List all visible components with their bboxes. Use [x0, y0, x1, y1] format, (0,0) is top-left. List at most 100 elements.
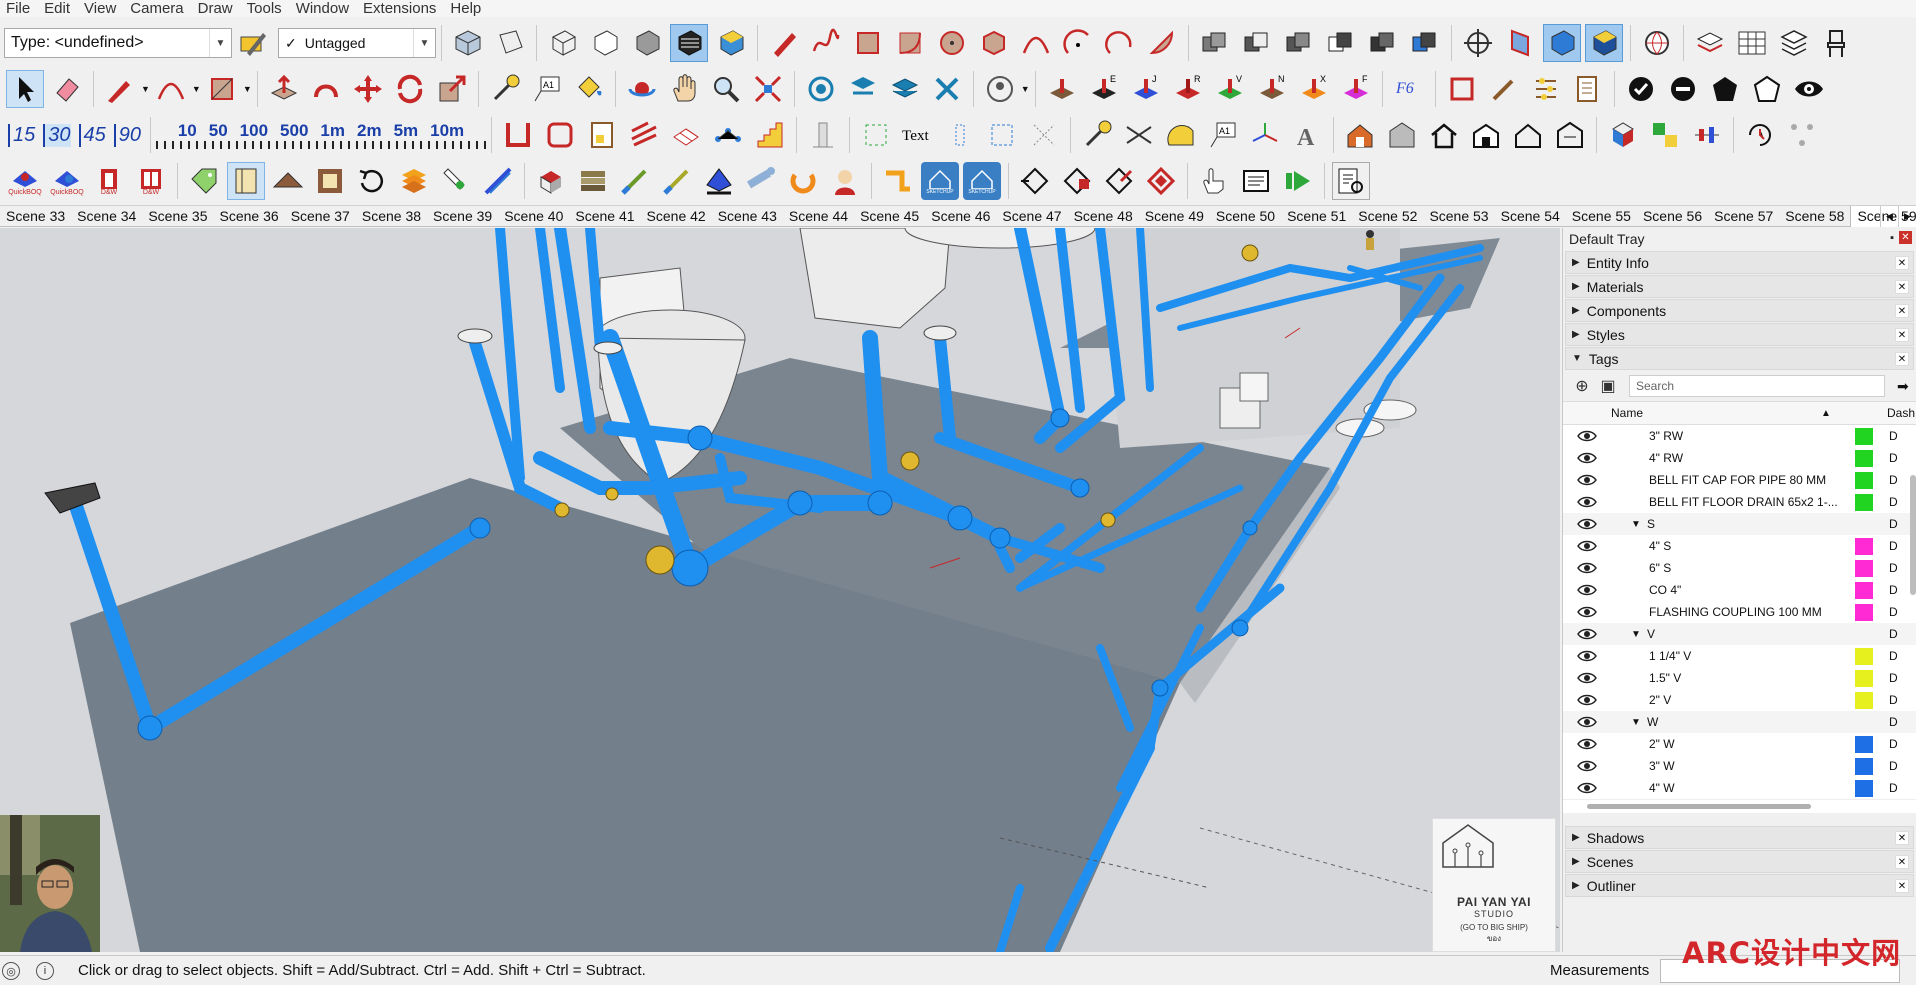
- red-arrow-tool-icon[interactable]: [1043, 70, 1081, 108]
- push-r-icon[interactable]: R: [1169, 70, 1207, 108]
- components5-icon[interactable]: [1406, 24, 1444, 62]
- scale-100-button[interactable]: 100: [240, 121, 268, 141]
- tag-dash[interactable]: D: [1889, 649, 1898, 663]
- scene-tab[interactable]: Scene 57: [1708, 206, 1779, 227]
- components-icon[interactable]: [1238, 24, 1276, 62]
- menu-extensions[interactable]: Extensions: [357, 0, 444, 17]
- tag-color-swatch[interactable]: [1855, 670, 1873, 687]
- grid-icon[interactable]: [1733, 24, 1771, 62]
- arc-icon[interactable]: [1017, 24, 1055, 62]
- brush-tool-icon[interactable]: [1485, 70, 1523, 108]
- dim-icon[interactable]: [941, 116, 979, 154]
- tag-dash[interactable]: D: [1889, 451, 1898, 465]
- panel-components[interactable]: ▶ Components ✕: [1565, 299, 1914, 322]
- tag-dash[interactable]: D: [1889, 715, 1898, 729]
- play-green-icon[interactable]: [1279, 162, 1317, 200]
- panel-styles[interactable]: ▶ Styles ✕: [1565, 323, 1914, 346]
- move-icon[interactable]: [349, 70, 387, 108]
- components4-icon[interactable]: [1364, 24, 1402, 62]
- tag-color-swatch[interactable]: [1855, 648, 1873, 665]
- scene-tab[interactable]: Scene 41: [569, 206, 640, 227]
- scene-tab[interactable]: Scene 35: [142, 206, 213, 227]
- chevron-down-icon[interactable]: ▼: [413, 29, 435, 57]
- visibility-eye-icon[interactable]: [1577, 738, 1597, 750]
- visibility-eye-icon[interactable]: [1577, 760, 1597, 772]
- panel-outliner[interactable]: ▶ Outliner ✕: [1565, 874, 1914, 897]
- details-arrow-icon[interactable]: ➡: [1897, 378, 1909, 395]
- panel-materials[interactable]: ▶ Materials ✕: [1565, 275, 1914, 298]
- extension-badge-icon[interactable]: [981, 70, 1019, 108]
- tag-dash[interactable]: D: [1889, 671, 1898, 685]
- visibility-eye-icon[interactable]: [1577, 496, 1597, 508]
- follow-me-icon[interactable]: [307, 70, 345, 108]
- folder-collapse-icon[interactable]: ▼: [1631, 519, 1641, 530]
- scene-tab[interactable]: Scene 46: [925, 206, 996, 227]
- tag-row[interactable]: 2" V D: [1563, 689, 1916, 711]
- tag-color-swatch[interactable]: [1855, 472, 1873, 489]
- tag-row[interactable]: 6" S D: [1563, 557, 1916, 579]
- top-view-icon[interactable]: [491, 24, 529, 62]
- cube-color-icon[interactable]: [1604, 116, 1642, 154]
- tag-dash[interactable]: D: [1889, 583, 1898, 597]
- tag-pencil-icon[interactable]: [234, 24, 272, 62]
- visibility-eye-icon[interactable]: [1577, 584, 1597, 596]
- paint-bucket-icon[interactable]: [570, 70, 608, 108]
- tag-row[interactable]: CO 4" D: [1563, 579, 1916, 601]
- pentagon-outline-icon[interactable]: [1748, 70, 1786, 108]
- panel-scenes[interactable]: ▶ Scenes ✕: [1565, 850, 1914, 873]
- push-e-icon[interactable]: E: [1085, 70, 1123, 108]
- scale-2m-button[interactable]: 2m: [357, 121, 382, 141]
- tag-row[interactable]: 3" RW D: [1563, 425, 1916, 447]
- info-icon[interactable]: i: [36, 962, 54, 980]
- folder-collapse-icon[interactable]: ▼: [1631, 717, 1641, 728]
- orbit-icon[interactable]: [623, 70, 661, 108]
- studio-logo-card[interactable]: PAI YAN YAI STUDIO (GO TO BIG SHIP) ของ: [1432, 818, 1556, 952]
- tag-row[interactable]: BELL FIT FLOOR DRAIN 65x2 1-... D: [1563, 491, 1916, 513]
- protractor-icon[interactable]: [1162, 116, 1200, 154]
- pan-hand-icon[interactable]: [665, 70, 703, 108]
- chevron-down-icon[interactable]: ▼: [141, 84, 150, 94]
- check-circle-icon[interactable]: [1622, 70, 1660, 108]
- roof-icon[interactable]: [269, 162, 307, 200]
- iso-view-icon[interactable]: [449, 24, 487, 62]
- menu-window[interactable]: Window: [290, 0, 357, 17]
- cubes-red-icon[interactable]: [532, 162, 570, 200]
- panel-entity-info[interactable]: ▶ Entity Info ✕: [1565, 251, 1914, 274]
- chevron-down-icon[interactable]: ▼: [1021, 84, 1030, 94]
- visibility-eye-icon[interactable]: [1577, 562, 1597, 574]
- tag-dash[interactable]: D: [1889, 561, 1898, 575]
- shed-icon[interactable]: [1467, 116, 1505, 154]
- quickboq2-icon[interactable]: QuickBOQ: [48, 162, 86, 200]
- scene-tab[interactable]: Scene 55: [1566, 206, 1637, 227]
- folder-collapse-icon[interactable]: ▼: [1631, 629, 1641, 640]
- diamond-pen-icon[interactable]: [1100, 162, 1138, 200]
- rotate-icon[interactable]: [391, 70, 429, 108]
- scene-tab[interactable]: Scene 50: [1210, 206, 1281, 227]
- tag-color-swatch[interactable]: [1855, 604, 1873, 621]
- angle-30-button[interactable]: 30: [43, 123, 71, 147]
- shaded-texture-icon[interactable]: [712, 24, 750, 62]
- tag-color-swatch[interactable]: [1855, 428, 1873, 445]
- panel-shadows[interactable]: ▶ Shadows ✕: [1565, 826, 1914, 849]
- dw2-icon[interactable]: D&W: [132, 162, 170, 200]
- push-pull-icon[interactable]: [265, 70, 303, 108]
- menu-draw[interactable]: Draw: [192, 0, 241, 17]
- tag-dash[interactable]: D: [1889, 539, 1898, 553]
- tag-dash[interactable]: D: [1889, 737, 1898, 751]
- tag-row[interactable]: 4" RW D: [1563, 447, 1916, 469]
- window-list-icon[interactable]: [1237, 162, 1275, 200]
- scale-50-button[interactable]: 50: [209, 121, 228, 141]
- globe-icon[interactable]: [1638, 24, 1676, 62]
- pipe-route-icon[interactable]: [879, 162, 917, 200]
- tag-folder-row[interactable]: ▼ W D: [1563, 711, 1916, 733]
- studio-link[interactable]: (GO TO BIG SHIP): [1460, 923, 1528, 932]
- chair-icon[interactable]: [1817, 24, 1855, 62]
- tag-dash[interactable]: D: [1889, 605, 1898, 619]
- brush-green-icon[interactable]: [616, 162, 654, 200]
- scene-tab[interactable]: Scene 49: [1139, 206, 1210, 227]
- menu-view[interactable]: View: [78, 0, 124, 17]
- visibility-eye-icon[interactable]: [1577, 716, 1597, 728]
- tag-row[interactable]: 1.5" V D: [1563, 667, 1916, 689]
- tag-dash[interactable]: D: [1889, 495, 1898, 509]
- tag-label-icon[interactable]: [185, 162, 223, 200]
